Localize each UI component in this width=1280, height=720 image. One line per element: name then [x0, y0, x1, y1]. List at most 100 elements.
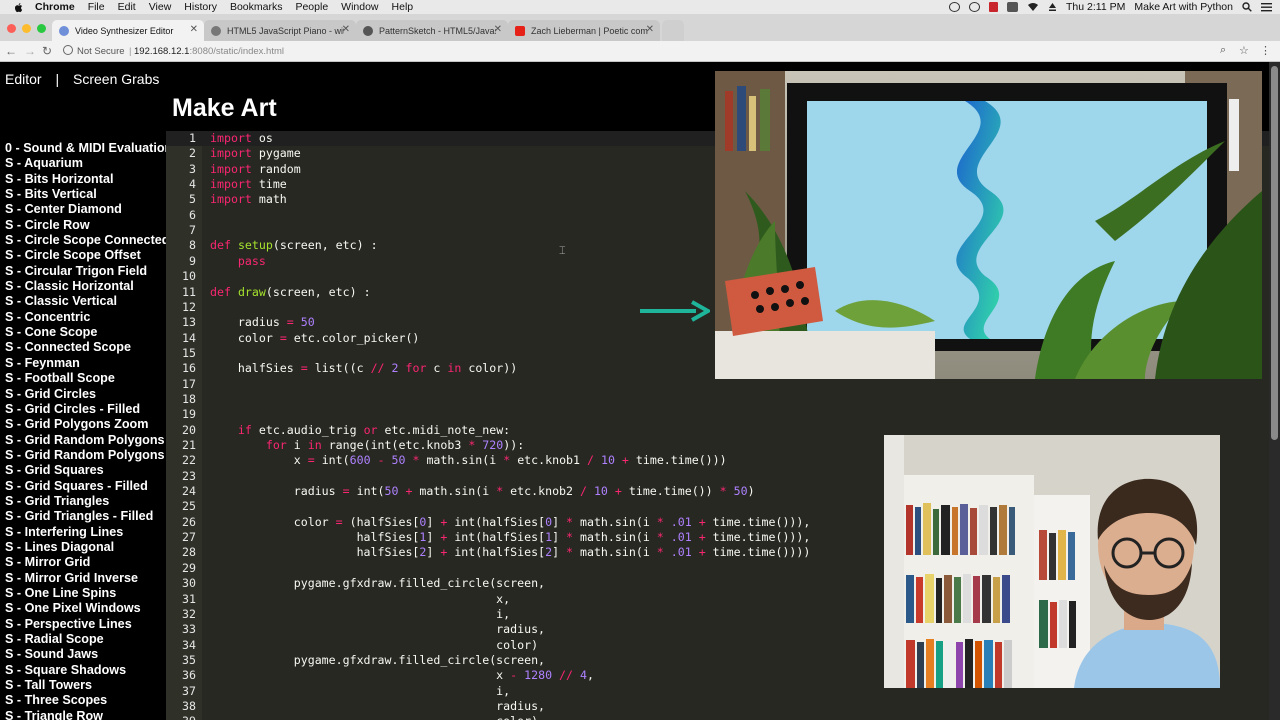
line-number: 25 [182, 499, 196, 514]
tab-video-synthesizer-editor[interactable]: Video Synthesizer Editor ✕ [52, 20, 204, 41]
sidebar-mode-item[interactable]: S - Grid Random Polygons [0, 448, 166, 463]
menu-bookmarks[interactable]: Bookmarks [230, 0, 283, 14]
sidebar-mode-item[interactable]: S - Lines Diagonal [0, 540, 166, 555]
sidebar-mode-item[interactable]: S - Concentric [0, 310, 166, 325]
sidebar-mode-item[interactable]: S - Grid Squares [0, 463, 166, 478]
sidebar-mode-item[interactable]: S - Radial Scope [0, 632, 166, 647]
code-text: color) [210, 637, 539, 652]
nav-screen-grabs-link[interactable]: Screen Grabs [73, 71, 159, 87]
sidebar-mode-item[interactable]: S - Grid Polygons Zoom [0, 417, 166, 432]
sidebar-mode-item[interactable]: S - Grid Circles [0, 387, 166, 402]
chrome-menu-icon[interactable]: ⋮ [1260, 44, 1271, 57]
line-number: 30 [182, 576, 196, 591]
menu-chrome[interactable]: Chrome [35, 0, 75, 14]
sidebar-mode-item[interactable]: S - Football Scope [0, 371, 166, 386]
sidebar-mode-item[interactable]: S - Tall Towers [0, 678, 166, 693]
menu-people[interactable]: People [295, 0, 328, 14]
sidebar-mode-item[interactable]: S - Classic Vertical [0, 294, 166, 309]
nav-separator: | [55, 71, 60, 87]
bookmark-star-icon[interactable]: ☆ [1239, 44, 1249, 57]
code-text: halfSies[1] + int(halfSies[1] * math.sin… [210, 530, 811, 545]
sidebar-mode-item[interactable]: S - One Pixel Windows [0, 601, 166, 616]
sidebar-mode-item[interactable]: S - Sound Jaws [0, 647, 166, 662]
nav-editor-link[interactable]: Editor [5, 71, 42, 87]
menu-window[interactable]: Window [341, 0, 378, 14]
reload-icon[interactable]: ↻ [42, 44, 52, 58]
status-red-app-icon[interactable] [989, 2, 999, 12]
sidebar-mode-item[interactable]: S - Perspective Lines [0, 617, 166, 632]
sidebar-mode-item[interactable]: S - Interfering Lines [0, 525, 166, 540]
window-close-button[interactable] [7, 24, 16, 33]
zoom-icon[interactable]: ⌕ [1220, 44, 1226, 57]
sidebar-mode-item[interactable]: S - Bits Vertical [0, 187, 166, 202]
sidebar-mode-item[interactable]: S - Grid Triangles [0, 494, 166, 509]
sidebar-mode-item[interactable]: S - Circle Row [0, 218, 166, 233]
sidebar-mode-item[interactable]: 0 - Sound & MIDI Evaluation [0, 141, 166, 156]
tab-close-icon[interactable]: ✕ [646, 24, 654, 35]
tab-close-icon[interactable]: ✕ [494, 24, 502, 35]
wifi-icon[interactable] [1027, 2, 1039, 12]
sidebar-mode-item[interactable]: S - Circle Scope Offset [0, 248, 166, 263]
menu-view[interactable]: View [149, 0, 172, 14]
tab-close-icon[interactable]: ✕ [342, 24, 350, 35]
sidebar-mode-item[interactable]: S - Grid Squares - Filled [0, 479, 166, 494]
sidebar-mode-item[interactable]: S - Grid Triangles - Filled [0, 509, 166, 524]
sidebar-mode-item[interactable]: S - Triangle Row [0, 709, 166, 720]
code-text: import pygame [210, 146, 301, 161]
presenter-webcam [884, 435, 1220, 688]
menu-file[interactable]: File [88, 0, 105, 14]
menubar-clock[interactable]: Thu 2:11 PM [1066, 1, 1125, 13]
code-text: i, [210, 606, 511, 621]
page-scrollbar-thumb[interactable] [1271, 66, 1278, 440]
text-cursor-icon: ⌶ [559, 244, 566, 257]
line-number: 22 [182, 453, 196, 468]
sidebar-mode-item[interactable]: S - Grid Random Polygons [0, 433, 166, 448]
line-number: 34 [182, 637, 196, 652]
notification-center-icon[interactable] [1261, 2, 1272, 12]
sidebar-mode-item[interactable]: S - Aquarium [0, 156, 166, 171]
status-circle-icon[interactable] [969, 2, 981, 12]
forward-arrow-icon[interactable]: → [24, 44, 36, 58]
sidebar-mode-item[interactable]: S - Center Diamond [0, 202, 166, 217]
sidebar-mode-item[interactable]: S - Three Scopes [0, 693, 166, 708]
sidebar-mode-item[interactable]: S - Square Shadows [0, 663, 166, 678]
tab-close-icon[interactable]: ✕ [190, 24, 198, 35]
tab-patternsketch[interactable]: PatternSketch - HTML5/Javascr ✕ [356, 20, 508, 41]
sidebar-mode-item[interactable]: S - Bits Horizontal [0, 172, 166, 187]
spotlight-search-icon[interactable] [1242, 2, 1252, 12]
browser-toolbar: ← → ↻ Not Secure | 192.168.12.1:8080/sta… [0, 41, 1280, 62]
line-number: 9 [189, 253, 196, 268]
code-text: x, [210, 591, 511, 606]
sidebar-mode-item[interactable]: S - Cone Scope [0, 325, 166, 340]
apple-menu-icon[interactable] [13, 2, 24, 13]
sidebar-mode-item[interactable]: S - Grid Circles - Filled [0, 402, 166, 417]
sidebar-mode-item[interactable]: S - Circle Scope Connected [0, 233, 166, 248]
menu-history[interactable]: History [184, 0, 217, 14]
menubar-title[interactable]: Make Art with Python [1134, 1, 1233, 13]
sidebar-mode-item[interactable]: S - Feynman [0, 356, 166, 371]
new-tab-button[interactable] [662, 20, 684, 41]
sidebar-mode-item[interactable]: S - Mirror Grid [0, 555, 166, 570]
tab-html5-piano[interactable]: HTML5 JavaScript Piano - with ✕ [204, 20, 356, 41]
back-arrow-icon[interactable]: ← [5, 44, 17, 58]
sidebar-mode-item[interactable]: S - Mirror Grid Inverse [0, 571, 166, 586]
window-minimize-button[interactable] [22, 24, 31, 33]
menu-edit[interactable]: Edit [118, 0, 136, 14]
code-text: color = etc.color_picker() [210, 330, 420, 345]
status-screen-record-icon[interactable] [949, 2, 961, 12]
sidebar-mode-item[interactable]: S - Connected Scope [0, 340, 166, 355]
sidebar-mode-item[interactable]: S - Circular Trigon Field [0, 264, 166, 279]
window-zoom-button[interactable] [37, 24, 46, 33]
site-info-icon[interactable] [63, 45, 73, 55]
security-label[interactable]: Not Secure [77, 46, 125, 57]
menu-help[interactable]: Help [392, 0, 414, 14]
url-field[interactable]: 192.168.12.1:8080/static/index.html [134, 46, 284, 57]
code-text: radius, [210, 698, 546, 713]
sidebar-mode-item[interactable]: S - Classic Horizontal [0, 279, 166, 294]
tab-zach-lieberman[interactable]: Zach Lieberman | Poetic comp ✕ [508, 20, 660, 41]
sidebar-mode-item[interactable]: S - One Line Spins [0, 586, 166, 601]
eject-icon[interactable] [1048, 2, 1057, 12]
status-display-icon[interactable] [1007, 2, 1019, 12]
line-number: 35 [182, 652, 196, 667]
code-text: halfSies = list((c // 2 for c in color)) [210, 361, 518, 376]
